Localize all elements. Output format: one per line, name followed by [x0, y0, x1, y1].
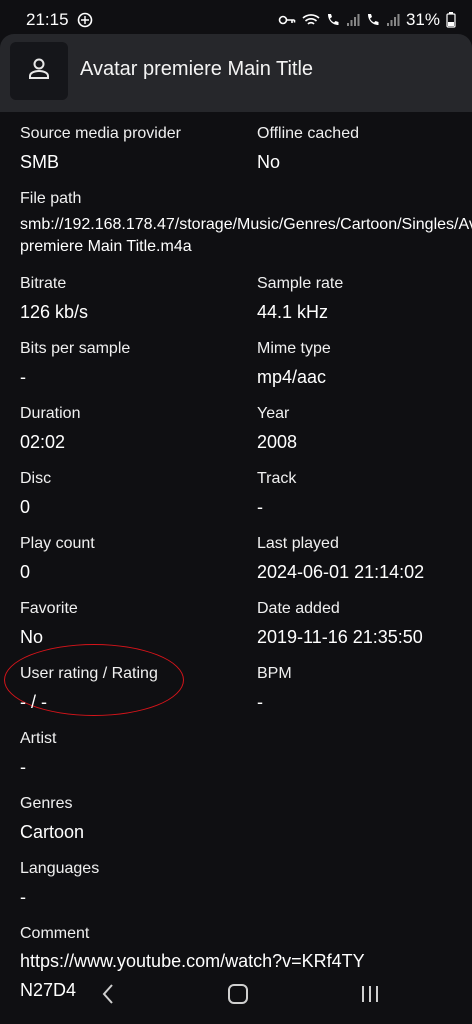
field-label: Comment — [20, 925, 90, 942]
back-icon — [100, 983, 116, 1010]
field-value: No — [257, 152, 281, 172]
field-value: Cartoon — [20, 822, 85, 842]
field-value: smb://192.168.178.47/storage/Music/Genre… — [20, 216, 472, 255]
field-offline-cached: Offline cached No — [257, 124, 359, 173]
field-value: - — [20, 367, 26, 387]
field-last-played: Last played 2024-06-01 21:14:02 — [257, 534, 424, 583]
person-icon — [26, 56, 52, 87]
avatar[interactable] — [10, 42, 68, 100]
field-value: 2019-11-16 21:35:50 — [257, 627, 423, 647]
key-icon — [278, 13, 296, 27]
battery-icon — [446, 12, 456, 28]
field-bitrate: Bitrate 126 kb/s — [20, 274, 88, 323]
field-user-rating: User rating / Rating - / - — [20, 664, 158, 713]
signal-icon-2 — [386, 13, 400, 27]
page-title: Avatar premiere Main Title — [80, 58, 314, 80]
field-value: 2024-06-01 21:14:02 — [257, 562, 425, 582]
field-track: Track - — [257, 469, 296, 518]
field-value: - — [20, 757, 26, 777]
field-sample-rate: Sample rate 44.1 kHz — [257, 274, 343, 323]
field-label: Duration — [20, 405, 81, 422]
field-source-media-provider: Source media provider SMB — [20, 124, 181, 173]
field-date-added: Date added 2019-11-16 21:35:50 — [257, 599, 423, 648]
field-label: BPM — [257, 665, 292, 682]
field-label: Genres — [20, 795, 73, 812]
call-icon-2 — [366, 13, 380, 27]
header-bar: Avatar premiere Main Title — [0, 34, 472, 112]
field-label: Languages — [20, 860, 100, 877]
field-file-path: File path smb://192.168.178.47/storage/M… — [20, 189, 472, 258]
field-languages: Languages - — [20, 859, 99, 908]
field-value: 0 — [20, 562, 31, 582]
field-value: - — [20, 887, 26, 907]
field-value: - — [257, 692, 263, 712]
field-label: Play count — [20, 535, 95, 552]
field-play-count: Play count 0 — [20, 534, 95, 583]
signal-icon — [346, 13, 360, 27]
field-artist: Artist - — [20, 729, 56, 778]
field-genres: Genres Cartoon — [20, 794, 84, 843]
home-button[interactable] — [218, 980, 258, 1012]
field-label: User rating / Rating — [20, 665, 158, 682]
field-value: 44.1 kHz — [257, 302, 329, 322]
field-value: 126 kb/s — [20, 302, 89, 322]
battery-level: 31% — [405, 10, 440, 29]
field-label: Favorite — [20, 600, 78, 617]
field-label: Last played — [257, 535, 339, 552]
field-label: Bits per sample — [20, 340, 131, 357]
field-mime-type: Mime type mp4/aac — [257, 339, 331, 388]
field-disc: Disc 0 — [20, 469, 51, 518]
field-label: Track — [257, 470, 297, 487]
field-favorite: Favorite No — [20, 599, 78, 648]
recents-icon — [359, 983, 381, 1010]
field-bpm: BPM - — [257, 664, 292, 713]
field-value: 0 — [20, 497, 31, 517]
recents-button[interactable] — [350, 980, 390, 1012]
field-label: Disc — [20, 470, 52, 487]
field-label: Year — [257, 405, 290, 422]
field-value: mp4/aac — [257, 367, 327, 387]
field-label: Sample rate — [257, 275, 344, 292]
field-value: 02:02 — [20, 432, 66, 452]
field-value: - / - — [20, 692, 47, 712]
status-time: 21:15 — [26, 10, 69, 29]
field-label: Date added — [257, 600, 340, 617]
vpn-icon — [77, 12, 93, 28]
field-value: - — [257, 497, 263, 517]
wifi-icon — [302, 13, 320, 27]
field-label: Bitrate — [20, 275, 67, 292]
home-icon — [227, 983, 249, 1010]
back-button[interactable] — [88, 980, 128, 1012]
field-year: Year 2008 — [257, 404, 297, 453]
field-label: Mime type — [257, 340, 331, 357]
field-value: SMB — [20, 152, 60, 172]
field-duration: Duration 02:02 — [20, 404, 80, 453]
call-icon — [326, 13, 340, 27]
field-label: Offline cached — [257, 125, 359, 142]
track-details: Source media provider SMB Offline cached… — [0, 112, 472, 1024]
field-label: Source media provider — [20, 125, 181, 142]
field-label: Artist — [20, 730, 57, 747]
field-label: File path — [20, 190, 82, 207]
field-bits-per-sample: Bits per sample - — [20, 339, 130, 388]
system-nav-bar — [0, 968, 472, 1024]
field-value: 2008 — [257, 432, 298, 452]
